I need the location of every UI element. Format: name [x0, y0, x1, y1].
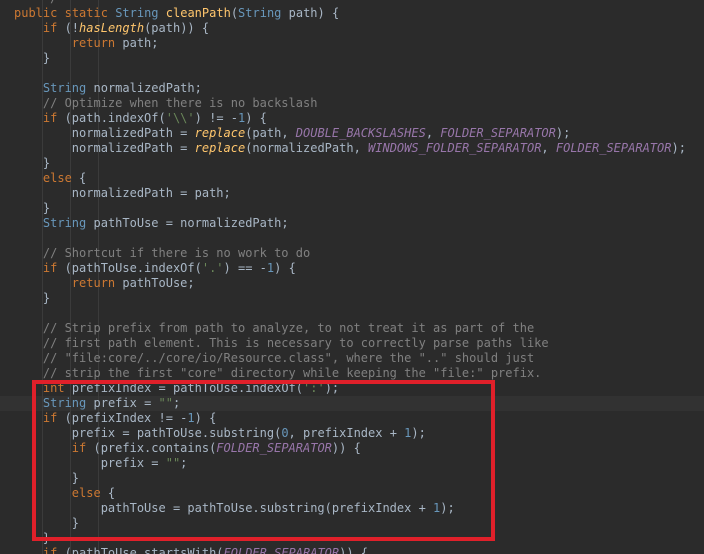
indent-guide [70, 201, 71, 216]
indent-guide [98, 471, 99, 486]
code-text: } [14, 516, 80, 530]
code-text: // Shortcut if there is no work to do [14, 246, 311, 260]
code-text: normalizedPath = replace(path, DOUBLE_BA… [14, 126, 571, 140]
indent-guide [98, 171, 99, 186]
code-text: String prefix = ""; [42, 396, 181, 410]
code-line[interactable]: pathToUse = pathToUse.substring(prefixIn… [0, 501, 704, 516]
indent-guide [70, 156, 71, 171]
code-text: } [14, 471, 80, 485]
code-line[interactable]: return path; [0, 36, 704, 51]
indent-guide [70, 66, 71, 81]
code-line[interactable]: // first path element. This is necessary… [0, 336, 704, 351]
code-line[interactable] [0, 66, 704, 81]
indent-guide [42, 231, 43, 246]
code-text: // "file:core/../core/io/Resource.class"… [14, 351, 535, 365]
indent-guide [98, 531, 99, 546]
code-line[interactable]: // "file:core/../core/io/Resource.class"… [0, 351, 704, 366]
code-line[interactable]: if (pathToUse.indexOf('.') == -1) { [0, 261, 704, 276]
code-text: if (pathToUse.indexOf('.') == -1) { [42, 261, 296, 275]
code-text: } [14, 291, 51, 305]
code-line[interactable]: normalizedPath = path; [0, 186, 704, 201]
code-line[interactable]: } [0, 201, 704, 216]
indent-guide [70, 291, 71, 306]
code-line[interactable]: String prefix = ""; [0, 396, 704, 411]
code-text: prefix = pathToUse.substring(0, prefixIn… [14, 426, 426, 440]
code-text: String normalizedPath; [42, 81, 202, 95]
code-text: else { [42, 171, 87, 185]
indent-guide [70, 231, 71, 246]
code-line[interactable]: prefix = ""; [0, 456, 704, 471]
indent-guide [98, 156, 99, 171]
code-line[interactable]: prefix = pathToUse.substring(0, prefixIn… [0, 426, 704, 441]
code-line[interactable]: String normalizedPath; [0, 81, 704, 96]
indent-guide [98, 66, 99, 81]
code-text: if (prefix.contains(FOLDER_SEPARATOR)) { [71, 441, 361, 455]
code-line[interactable]: if (prefixIndex != -1) { [0, 411, 704, 426]
indent-guide [98, 516, 99, 531]
code-line[interactable]: } [0, 291, 704, 306]
indent-guide [70, 306, 71, 321]
code-text: normalizedPath = path; [14, 186, 231, 200]
code-line[interactable]: } [0, 51, 704, 66]
indent-guide [98, 201, 99, 216]
code-text: // strip the first "core" directory whil… [14, 366, 542, 380]
indent-guide [98, 291, 99, 306]
code-line[interactable]: if (prefix.contains(FOLDER_SEPARATOR)) { [0, 441, 704, 456]
indent-guide [70, 531, 71, 546]
code-text: // Strip prefix from path to analyze, to… [14, 321, 535, 335]
indent-guide [98, 231, 99, 246]
code-line[interactable]: else { [0, 171, 704, 186]
code-line[interactable]: normalizedPath = replace(path, DOUBLE_BA… [0, 126, 704, 141]
code-text: pathToUse = pathToUse.substring(prefixIn… [14, 501, 455, 515]
code-editor[interactable]: */public static String cleanPath(String … [0, 0, 704, 554]
code-text: } [14, 156, 51, 170]
code-line[interactable]: } [0, 531, 704, 546]
code-text: else { [71, 486, 116, 500]
code-text: int prefixIndex = pathToUse.indexOf(':')… [42, 381, 340, 395]
code-text: prefix = ""; [14, 456, 188, 470]
code-line[interactable]: // Shortcut if there is no work to do [0, 246, 704, 261]
code-text: } [14, 531, 51, 545]
code-line[interactable]: if (path.indexOf('\\') != -1) { [0, 111, 704, 126]
code-text: return pathToUse; [71, 276, 195, 290]
code-line[interactable] [0, 231, 704, 246]
code-line[interactable]: int prefixIndex = pathToUse.indexOf(':')… [0, 381, 704, 396]
code-text: return path; [71, 36, 159, 50]
code-line[interactable]: } [0, 471, 704, 486]
code-line[interactable]: String pathToUse = normalizedPath; [0, 216, 704, 231]
indent-guide [42, 66, 43, 81]
indent-guide [70, 51, 71, 66]
indent-guide [42, 306, 43, 321]
code-text: String pathToUse = normalizedPath; [42, 216, 289, 230]
code-text: if (prefixIndex != -1) { [42, 411, 217, 425]
code-line[interactable]: return pathToUse; [0, 276, 704, 291]
code-line[interactable]: if (pathToUse.startsWith(FOLDER_SEPARATO… [0, 546, 704, 554]
code-line[interactable]: else { [0, 486, 704, 501]
code-text: public static String cleanPath(String pa… [14, 6, 340, 20]
code-line[interactable]: // Optimize when there is no backslash [0, 96, 704, 111]
code-text: // Optimize when there is no backslash [14, 96, 318, 110]
code-text: normalizedPath = replace(normalizedPath,… [14, 141, 686, 155]
code-line[interactable]: public static String cleanPath(String pa… [0, 6, 704, 21]
code-line[interactable] [0, 306, 704, 321]
code-line[interactable]: normalizedPath = replace(normalizedPath,… [0, 141, 704, 156]
code-text: if (pathToUse.startsWith(FOLDER_SEPARATO… [42, 546, 369, 554]
code-line[interactable]: // strip the first "core" directory whil… [0, 366, 704, 381]
code-line[interactable]: // Strip prefix from path to analyze, to… [0, 321, 704, 336]
code-text: if (path.indexOf('\\') != -1) { [42, 111, 267, 125]
code-text: if (!hasLength(path)) { [42, 21, 210, 35]
code-text: } [14, 201, 51, 215]
code-text: // first path element. This is necessary… [14, 336, 549, 350]
code-text: } [14, 51, 51, 65]
indent-guide [98, 51, 99, 66]
code-line[interactable]: if (!hasLength(path)) { [0, 21, 704, 36]
code-line[interactable]: } [0, 156, 704, 171]
indent-guide [98, 306, 99, 321]
code-line[interactable]: } [0, 516, 704, 531]
